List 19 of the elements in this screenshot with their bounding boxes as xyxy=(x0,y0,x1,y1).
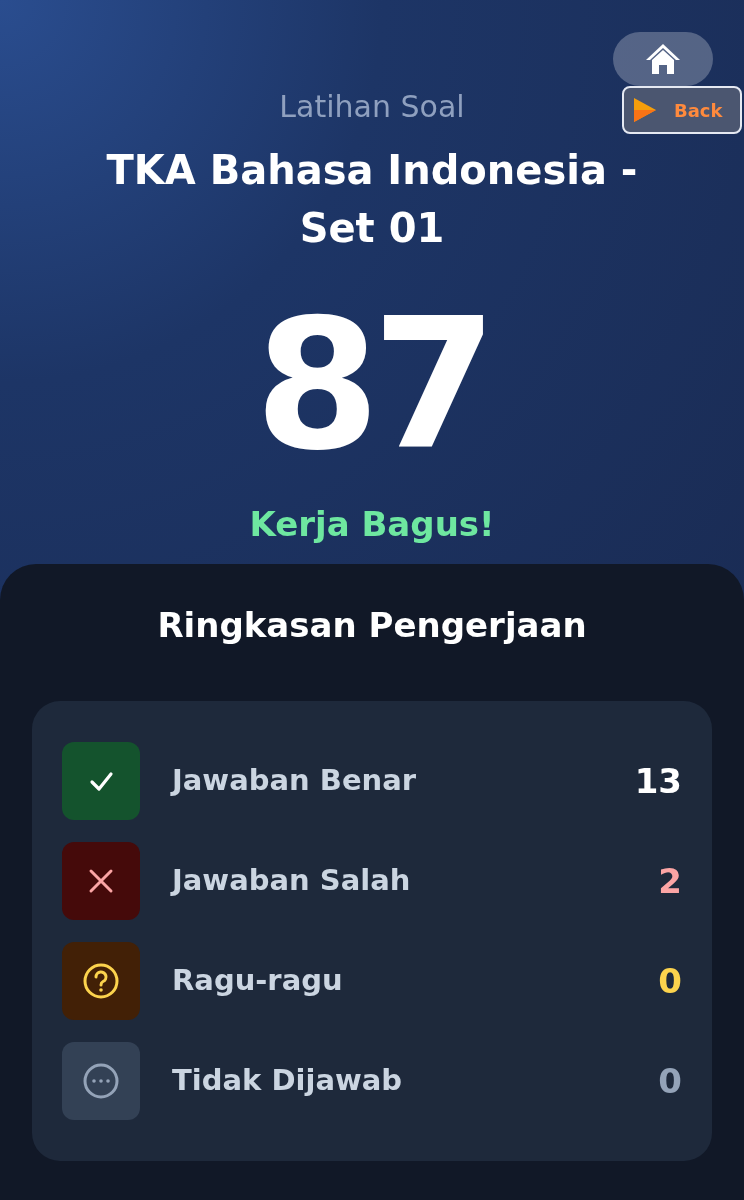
quiz-title: TKA Bahasa Indonesia - Set 01 xyxy=(105,146,639,253)
stat-label: Ragu-ragu xyxy=(172,962,344,1000)
stat-count: 0 xyxy=(658,1059,682,1103)
home-icon xyxy=(644,42,682,76)
play-icon xyxy=(634,98,656,122)
home-button[interactable] xyxy=(613,32,713,86)
stat-label: Tidak Dijawab xyxy=(172,1062,404,1100)
stat-count: 2 xyxy=(658,859,682,903)
ellipsis-icon xyxy=(81,1061,121,1101)
stat-count: 0 xyxy=(658,959,682,1003)
stat-label: Jawaban Salah xyxy=(172,862,412,900)
subtitle: Latihan Soal xyxy=(279,88,465,126)
result-message: Kerja Bagus! xyxy=(249,503,495,546)
summary-title: Ringkasan Pengerjaan xyxy=(156,604,588,647)
stat-count: 13 xyxy=(634,759,682,803)
stat-label: Jawaban Benar xyxy=(172,762,418,800)
question-icon xyxy=(81,961,121,1001)
score: 87 xyxy=(254,295,490,475)
back-button[interactable]: Back xyxy=(622,86,742,134)
